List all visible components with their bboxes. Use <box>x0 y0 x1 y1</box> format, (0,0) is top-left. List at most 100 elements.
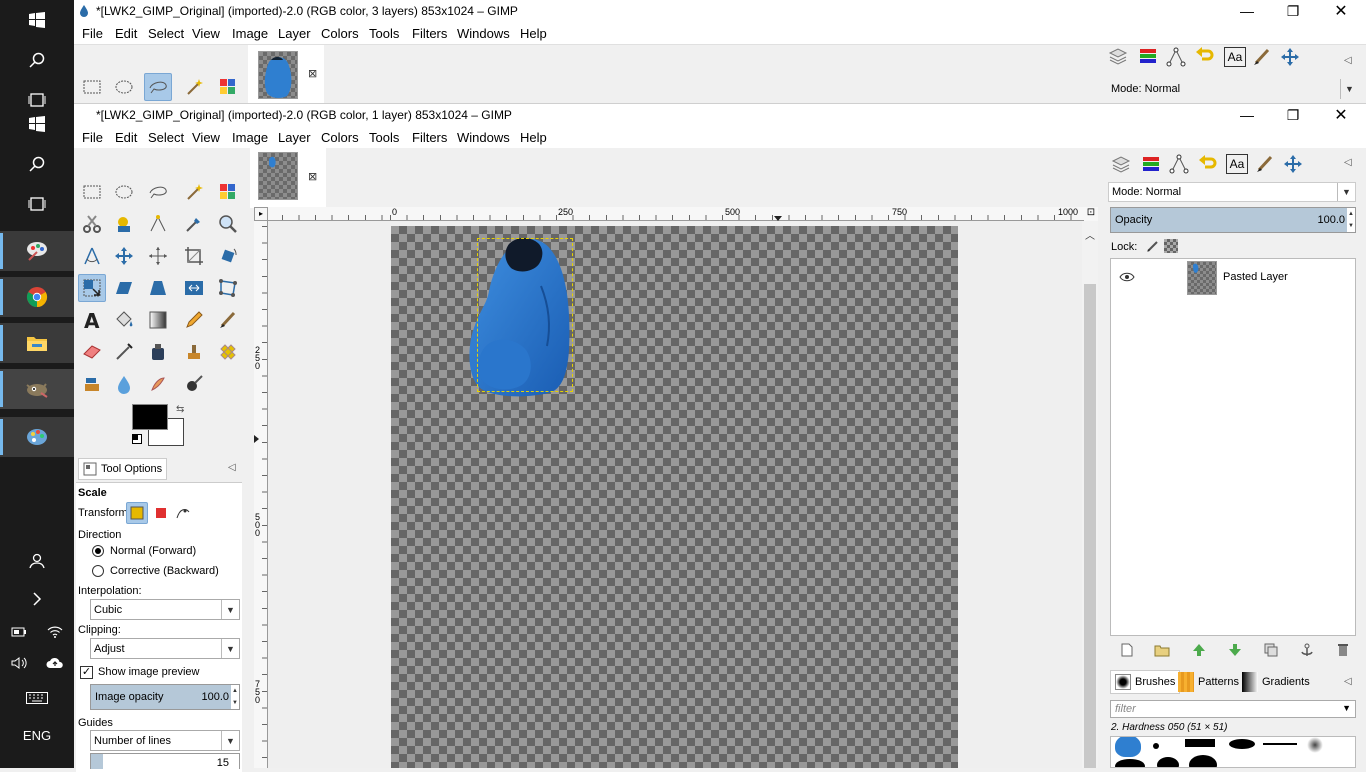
zoom-tool[interactable] <box>214 210 242 238</box>
panel-menu-icon[interactable]: ◁ <box>228 462 236 473</box>
lines-count-slider[interactable]: 15 <box>90 753 240 769</box>
lower-layer-icon[interactable] <box>1228 643 1242 660</box>
menu-filters[interactable]: Filters <box>412 130 447 145</box>
people-icon[interactable] <box>0 541 74 581</box>
menu-select[interactable]: Select <box>148 130 184 145</box>
close-tab-icon[interactable]: ⊠ <box>308 67 317 80</box>
blur-tool[interactable] <box>110 370 138 398</box>
menu-edit[interactable]: Edit <box>115 130 137 145</box>
minimize-button[interactable]: — <box>1224 0 1270 22</box>
channels-icon[interactable] <box>1138 47 1158 68</box>
language-indicator[interactable]: ENG <box>0 722 74 748</box>
default-colors-icon[interactable] <box>132 434 142 444</box>
mode-select[interactable]: Mode: Normal ▼ <box>1108 79 1358 99</box>
bucket-fill-tool[interactable] <box>110 306 138 334</box>
rotate-tool[interactable] <box>214 242 242 270</box>
tab-tool-options[interactable]: Tool Options <box>78 458 168 480</box>
menu-file[interactable]: File <box>82 26 103 41</box>
transform-layer-button[interactable] <box>126 502 148 524</box>
menu-view[interactable]: View <box>192 26 220 41</box>
swap-colors-icon[interactable]: ⇆ <box>176 404 184 415</box>
select-by-color-tool[interactable] <box>214 178 242 206</box>
smudge-tool[interactable] <box>144 370 172 398</box>
menu-edit[interactable]: Edit <box>115 26 137 41</box>
image-thumbnail[interactable] <box>258 51 298 99</box>
title-bar[interactable]: *[LWK2_GIMP_Original] (imported)-2.0 (RG… <box>74 104 1366 126</box>
image-canvas[interactable] <box>391 226 958 768</box>
crop-tool[interactable] <box>180 242 208 270</box>
scrollbar-thumb[interactable] <box>1084 284 1096 768</box>
clone-tool[interactable] <box>180 338 208 366</box>
menu-view[interactable]: View <box>192 130 220 145</box>
transform-path-button[interactable] <box>172 502 194 524</box>
menu-layer[interactable]: Layer <box>278 26 311 41</box>
image-tab[interactable]: ⊠ <box>248 45 324 105</box>
menu-help[interactable]: Help <box>520 26 547 41</box>
menu-layer[interactable]: Layer <box>278 130 311 145</box>
align-tool[interactable] <box>144 242 172 270</box>
perspective-clone-tool[interactable] <box>78 370 106 398</box>
panel-menu-icon[interactable]: ◁ <box>1344 676 1352 687</box>
free-select-tool[interactable] <box>144 73 172 101</box>
guides-select[interactable]: Number of lines ▼ <box>90 730 240 751</box>
menu-help[interactable]: Help <box>520 130 547 145</box>
menu-image[interactable]: Image <box>232 26 268 41</box>
interpolation-select[interactable]: Cubic ▼ <box>90 599 240 620</box>
vertical-scrollbar[interactable]: ︿ <box>1082 221 1098 768</box>
layers-icon[interactable] <box>1108 47 1128 68</box>
menu-image[interactable]: Image <box>232 130 268 145</box>
clipping-select[interactable]: Adjust ▼ <box>90 638 240 659</box>
windows-start-icon[interactable] <box>0 0 74 40</box>
search-icon[interactable] <box>0 40 74 80</box>
brush-grid[interactable] <box>1110 736 1356 768</box>
move-icon[interactable] <box>1280 47 1300 70</box>
heal-tool[interactable] <box>214 338 242 366</box>
menu-windows[interactable]: Windows <box>457 26 510 41</box>
select-by-color-tool[interactable] <box>214 73 242 101</box>
navigation-corner-icon[interactable]: ▸ <box>254 207 268 221</box>
restore-button[interactable]: ❐ <box>1270 0 1316 22</box>
text-tool[interactable]: A <box>78 306 106 334</box>
menu-select[interactable]: Select <box>148 26 184 41</box>
title-bar[interactable]: *[LWK2_GIMP_Original] (imported)-2.0 (RG… <box>74 0 1366 22</box>
image-thumbnail[interactable] <box>258 152 298 200</box>
search-icon[interactable] <box>0 144 74 184</box>
layer-name[interactable]: Pasted Layer <box>1223 271 1288 283</box>
layer-opacity-slider[interactable]: Opacity 100.0 ▲ ▼ <box>1110 207 1356 233</box>
keyboard-icon[interactable] <box>0 678 74 718</box>
new-layer-icon[interactable] <box>1120 643 1134 660</box>
restore-button[interactable]: ❐ <box>1270 104 1316 126</box>
layer-thumbnail[interactable] <box>1187 261 1217 295</box>
paint-palette-icon[interactable] <box>0 417 74 457</box>
paintbrush-icon[interactable] <box>1252 47 1272 70</box>
menu-tools[interactable]: Tools <box>369 26 399 41</box>
blend-tool[interactable] <box>144 306 172 334</box>
image-tab[interactable]: ⊠ <box>250 148 326 208</box>
flip-tool[interactable] <box>180 274 208 302</box>
tab-brushes[interactable]: Brushes <box>1110 670 1181 694</box>
layers-icon[interactable] <box>1108 151 1134 177</box>
close-button[interactable]: ✕ <box>1318 0 1364 22</box>
dodge-burn-tool[interactable] <box>180 370 208 398</box>
airbrush-tool[interactable] <box>110 338 138 366</box>
close-button[interactable]: ✕ <box>1318 104 1364 126</box>
anchor-layer-icon[interactable] <box>1300 643 1314 660</box>
menu-windows[interactable]: Windows <box>457 130 510 145</box>
menu-colors[interactable]: Colors <box>321 130 359 145</box>
close-tab-icon[interactable]: ⊠ <box>308 170 317 183</box>
undo-history-icon[interactable] <box>1194 47 1214 68</box>
free-select-tool[interactable] <box>144 178 172 206</box>
paths-icon[interactable] <box>1166 151 1192 177</box>
raise-layer-icon[interactable] <box>1192 643 1206 660</box>
ellipse-select-tool[interactable] <box>110 178 138 206</box>
cage-transform-tool[interactable] <box>214 274 242 302</box>
direction-normal-radio[interactable] <box>92 545 104 557</box>
spin-arrows-icon[interactable]: ▲ ▼ <box>231 685 239 709</box>
ellipse-select-tool[interactable] <box>110 73 138 101</box>
undo-history-icon[interactable] <box>1194 151 1220 177</box>
layer-row[interactable]: Pasted Layer <box>1111 259 1355 297</box>
eraser-tool[interactable] <box>78 338 106 366</box>
menu-tools[interactable]: Tools <box>369 130 399 145</box>
layer-mode-select[interactable]: Mode: Normal ▼ <box>1108 182 1356 202</box>
new-layer-group-icon[interactable] <box>1154 643 1170 660</box>
